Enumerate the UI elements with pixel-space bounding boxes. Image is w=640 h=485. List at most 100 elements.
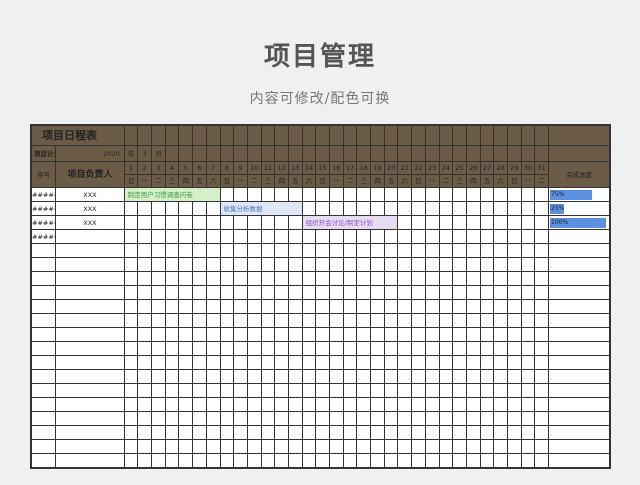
day-cell[interactable] [287, 271, 303, 286]
day-cell[interactable] [424, 299, 440, 314]
day-cell[interactable] [164, 229, 180, 244]
day-cell[interactable] [205, 369, 221, 384]
day-cell[interactable] [260, 453, 276, 468]
day-cell[interactable] [137, 201, 153, 216]
day-cell[interactable] [452, 229, 467, 244]
day-cell[interactable] [383, 341, 399, 356]
day-cell[interactable] [178, 439, 194, 454]
day-cell[interactable] [452, 397, 467, 412]
day-cell[interactable] [520, 215, 536, 230]
day-cell[interactable] [465, 215, 481, 230]
day-cell[interactable] [123, 229, 139, 244]
day-cell[interactable] [123, 425, 139, 440]
day-cell[interactable] [370, 201, 385, 216]
day-cell[interactable] [151, 313, 166, 328]
day-cell[interactable] [151, 355, 166, 370]
day-cell[interactable] [534, 201, 550, 216]
day-cell[interactable] [397, 327, 413, 342]
day-cell[interactable] [534, 285, 550, 300]
row-owner[interactable] [55, 243, 125, 258]
day-cell[interactable] [287, 215, 303, 230]
task-bar[interactable]: 制定用户习惯调查问卷 [123, 187, 221, 202]
day-cell[interactable] [301, 397, 317, 412]
day-cell[interactable] [178, 243, 194, 258]
day-cell[interactable] [520, 229, 536, 244]
day-cell[interactable] [192, 313, 207, 328]
day-cell[interactable] [274, 453, 289, 468]
day-cell[interactable] [506, 201, 522, 216]
day-cell[interactable] [411, 201, 426, 216]
day-cell[interactable] [137, 299, 153, 314]
day-cell[interactable] [397, 355, 413, 370]
day-cell[interactable] [397, 187, 413, 202]
day-cell[interactable] [424, 243, 440, 258]
day-cell[interactable] [246, 369, 262, 384]
row-owner[interactable] [55, 327, 125, 342]
day-cell[interactable] [452, 425, 467, 440]
day-cell[interactable] [370, 299, 385, 314]
day-cell[interactable] [493, 411, 508, 426]
day-cell[interactable] [479, 341, 495, 356]
day-cell[interactable] [356, 397, 372, 412]
day-cell[interactable] [370, 397, 385, 412]
day-cell[interactable] [260, 229, 276, 244]
day-cell[interactable] [205, 313, 221, 328]
row-owner[interactable] [55, 383, 125, 398]
day-cell[interactable] [233, 453, 248, 468]
day-cell[interactable] [315, 439, 331, 454]
day-cell[interactable] [329, 355, 344, 370]
day-cell[interactable] [452, 285, 467, 300]
day-cell[interactable] [287, 327, 303, 342]
day-cell[interactable] [424, 313, 440, 328]
day-cell[interactable] [233, 229, 248, 244]
day-cell[interactable] [260, 257, 276, 272]
day-cell[interactable] [123, 285, 139, 300]
day-cell[interactable] [178, 201, 194, 216]
day-cell[interactable] [438, 299, 454, 314]
day-cell[interactable] [342, 243, 358, 258]
day-cell[interactable] [356, 383, 372, 398]
day-cell[interactable] [164, 257, 180, 272]
day-cell[interactable] [274, 243, 289, 258]
day-cell[interactable] [329, 439, 344, 454]
row-owner[interactable]: XXX [55, 201, 125, 216]
day-cell[interactable] [424, 229, 440, 244]
day-cell[interactable] [520, 285, 536, 300]
row-owner[interactable] [55, 369, 125, 384]
day-cell[interactable] [151, 243, 166, 258]
day-cell[interactable] [506, 313, 522, 328]
day-cell[interactable] [137, 229, 153, 244]
day-cell[interactable] [246, 397, 262, 412]
day-cell[interactable] [397, 243, 413, 258]
day-cell[interactable] [506, 453, 522, 468]
day-cell[interactable] [260, 243, 276, 258]
day-cell[interactable] [315, 243, 331, 258]
day-cell[interactable] [164, 243, 180, 258]
day-cell[interactable] [192, 341, 207, 356]
day-cell[interactable] [383, 243, 399, 258]
day-cell[interactable] [137, 383, 153, 398]
day-cell[interactable] [178, 425, 194, 440]
day-cell[interactable] [383, 327, 399, 342]
day-cell[interactable] [123, 313, 139, 328]
day-cell[interactable] [479, 187, 495, 202]
day-cell[interactable] [383, 369, 399, 384]
day-cell[interactable] [274, 215, 289, 230]
day-cell[interactable] [192, 397, 207, 412]
day-cell[interactable] [178, 383, 194, 398]
day-cell[interactable] [137, 425, 153, 440]
day-cell[interactable] [370, 383, 385, 398]
day-cell[interactable] [520, 201, 536, 216]
day-cell[interactable] [246, 187, 262, 202]
day-cell[interactable] [205, 299, 221, 314]
day-cell[interactable] [164, 201, 180, 216]
day-cell[interactable] [164, 285, 180, 300]
day-cell[interactable] [411, 397, 426, 412]
day-cell[interactable] [479, 243, 495, 258]
day-cell[interactable] [219, 327, 235, 342]
day-cell[interactable] [246, 439, 262, 454]
day-cell[interactable] [465, 383, 481, 398]
day-cell[interactable] [383, 383, 399, 398]
day-cell[interactable] [260, 327, 276, 342]
day-cell[interactable] [301, 383, 317, 398]
